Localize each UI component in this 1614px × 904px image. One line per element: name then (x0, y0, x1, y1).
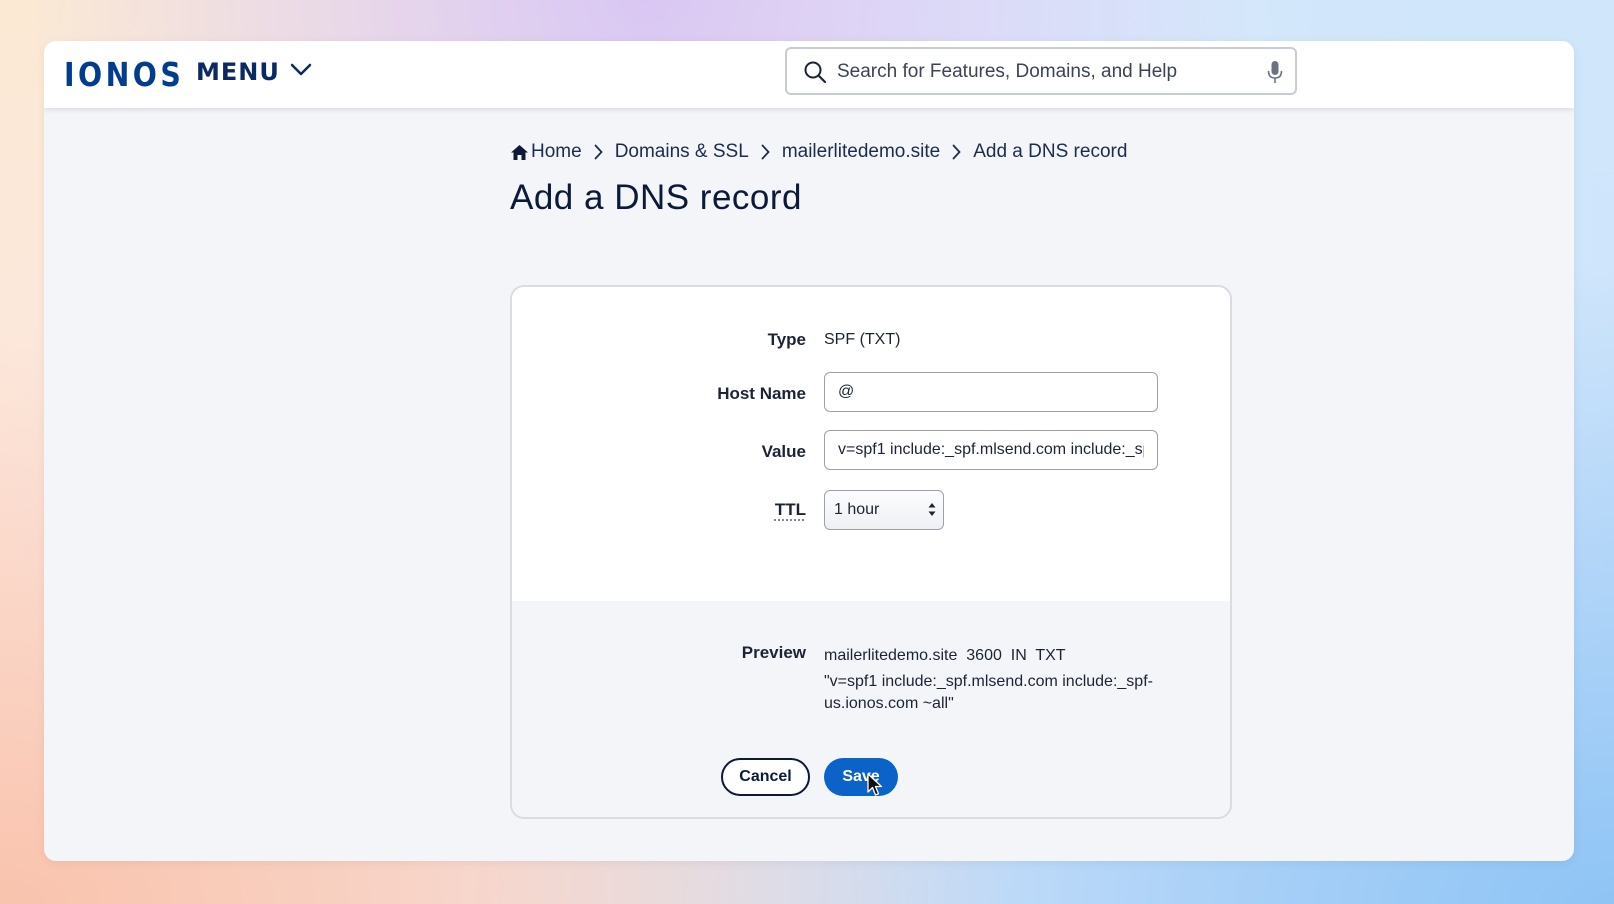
value-input[interactable] (824, 430, 1158, 470)
cancel-button[interactable]: Cancel (721, 758, 810, 796)
type-label: Type (767, 330, 806, 349)
top-navigation-bar: IONOS MENU (44, 41, 1574, 108)
breadcrumb-domain[interactable]: mailerlitedemo.site (782, 141, 940, 163)
ttl-label[interactable]: TTL (606, 500, 806, 520)
breadcrumb-home[interactable]: Home (531, 141, 582, 163)
home-icon[interactable] (510, 144, 529, 161)
search-input[interactable] (835, 55, 1249, 89)
chevron-right-icon (761, 144, 770, 160)
breadcrumb: Home Domains & SSL mailerlitedemo.site A… (510, 141, 1127, 163)
breadcrumb-domains-ssl[interactable]: Domains & SSL (615, 141, 749, 163)
preview-text: mailerlitedemo.site 3600 IN TXT "v=spf1 … (824, 645, 1174, 715)
mouse-cursor-icon (867, 773, 883, 802)
chevron-right-icon (594, 144, 603, 160)
chevron-right-icon (952, 144, 961, 160)
ionos-logo[interactable]: IONOS (64, 55, 184, 94)
page-title: Add a DNS record (510, 178, 803, 217)
preview-record-header: mailerlitedemo.site 3600 IN TXT (824, 647, 1066, 664)
value-label: Value (761, 442, 806, 461)
dns-record-form: Type SPF (TXT) Host Name Value TTL 1 hou… (510, 285, 1232, 819)
host-name-input[interactable] (824, 372, 1158, 412)
type-value: SPF (TXT) (824, 331, 901, 348)
select-arrows-icon (928, 502, 936, 522)
search-icon (803, 60, 827, 89)
microphone-icon[interactable] (1267, 60, 1283, 89)
browser-window: IONOS MENU Home Domains & SSL (44, 41, 1574, 861)
save-button[interactable]: Save (824, 758, 898, 796)
breadcrumb-current: Add a DNS record (973, 141, 1128, 162)
menu-button[interactable]: MENU (196, 58, 312, 86)
chevron-down-icon (290, 63, 312, 82)
preview-record-value: "v=spf1 include:_spf.mlsend.com include:… (824, 673, 1153, 712)
menu-label: MENU (196, 58, 280, 86)
search-box (785, 47, 1297, 95)
ttl-selected-value: 1 hour (834, 501, 880, 518)
host-name-label: Host Name (717, 384, 806, 403)
ttl-select[interactable]: 1 hour (824, 490, 944, 530)
preview-label: Preview (741, 643, 806, 662)
